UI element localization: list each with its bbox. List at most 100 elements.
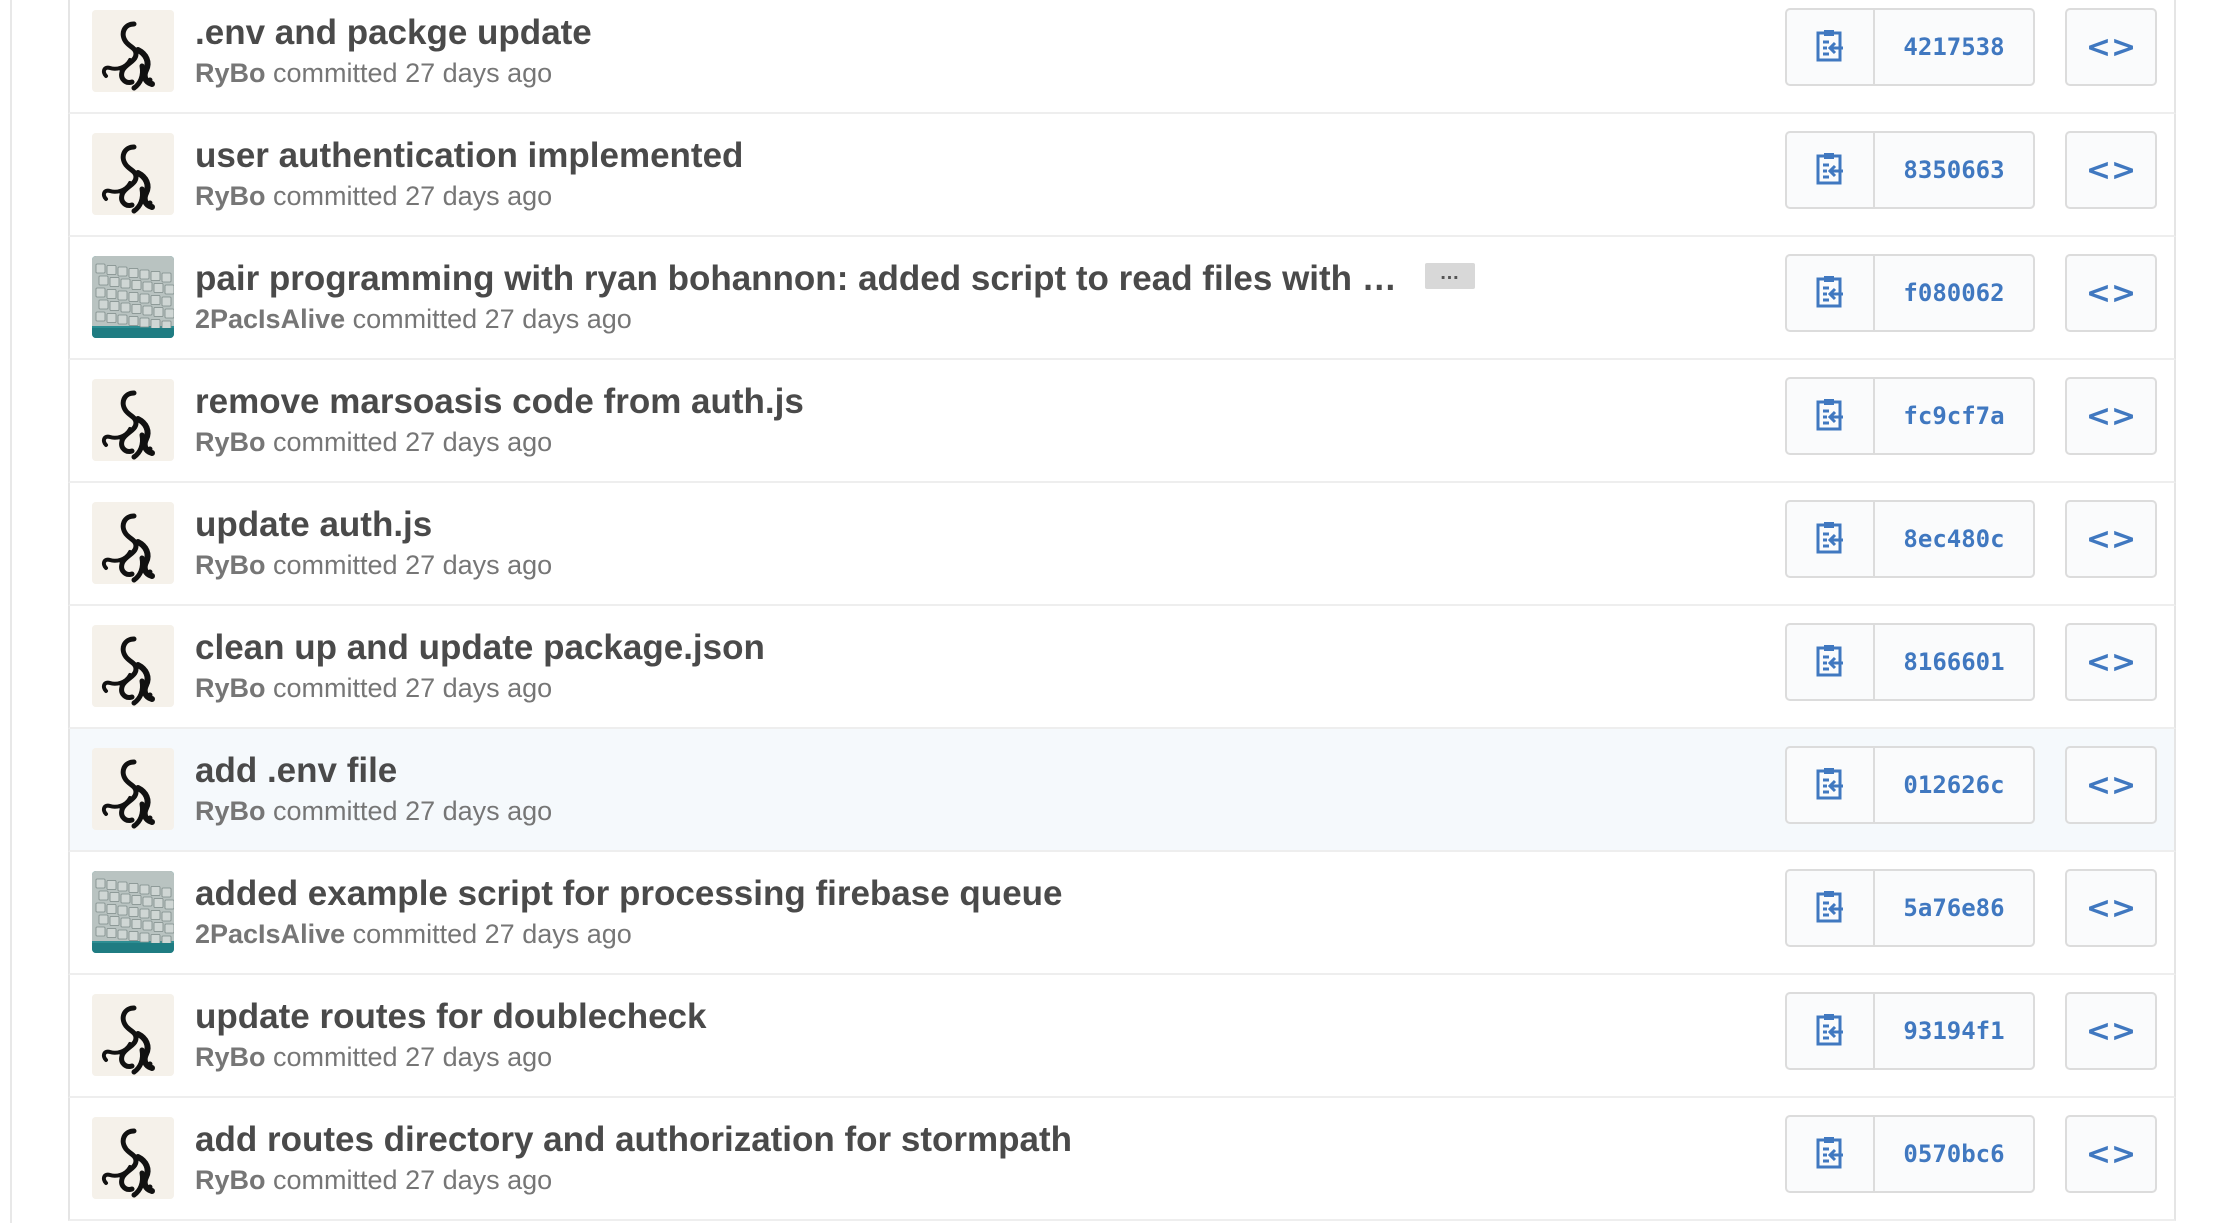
copy-sha-button[interactable] — [1787, 1117, 1875, 1191]
commit-message-link[interactable]: .env and packge update — [195, 13, 592, 52]
clippy-icon — [1815, 397, 1845, 436]
commit-message-link[interactable]: pair programming with ryan bohannon: add… — [195, 259, 1397, 298]
browse-code-button[interactable]: <> — [2065, 8, 2157, 86]
commit-sha-link[interactable]: 4217538 — [1875, 10, 2033, 84]
commit-sha-link[interactable]: f080062 — [1875, 256, 2033, 330]
commit-sha-link[interactable]: 0570bc6 — [1875, 1117, 2033, 1191]
commit-time: committed 27 days ago — [273, 796, 553, 826]
code-icon: <> — [2085, 398, 2137, 434]
avatar-rybo[interactable] — [92, 502, 174, 584]
commit-row: add routes directory and authorization f… — [68, 1098, 2176, 1221]
avatar-rybo[interactable] — [92, 133, 174, 215]
code-icon: <> — [2085, 521, 2137, 557]
copy-sha-button[interactable] — [1787, 748, 1875, 822]
copy-sha-button[interactable] — [1787, 625, 1875, 699]
browse-code-button[interactable]: <> — [2065, 131, 2157, 209]
avatar-rybo[interactable] — [92, 994, 174, 1076]
commit-author[interactable]: RyBo — [195, 796, 266, 826]
clippy-icon — [1815, 151, 1845, 190]
commit-sha-link[interactable]: 012626c — [1875, 748, 2033, 822]
commit-author[interactable]: RyBo — [195, 673, 266, 703]
browse-code-button[interactable]: <> — [2065, 500, 2157, 578]
avatar-2pacisalive[interactable] — [92, 871, 174, 953]
commit-title[interactable]: update routes for doublecheck — [195, 997, 706, 1037]
commit-meta: RyBo committed 27 days ago — [195, 181, 552, 212]
avatar-rybo[interactable] — [92, 1117, 174, 1199]
sha-button-group: 012626c — [1785, 746, 2035, 824]
commit-title[interactable]: added example script for processing fire… — [195, 874, 1063, 914]
commit-row: clean up and update package.json RyBo co… — [68, 606, 2176, 729]
commit-message-link[interactable]: remove marsoasis code from auth.js — [195, 382, 804, 421]
copy-sha-button[interactable] — [1787, 256, 1875, 330]
copy-sha-button[interactable] — [1787, 871, 1875, 945]
commit-sha-link[interactable]: 8ec480c — [1875, 502, 2033, 576]
commit-meta: RyBo committed 27 days ago — [195, 673, 552, 704]
commit-author[interactable]: 2PacIsAlive — [195, 304, 345, 334]
commit-row: added example script for processing fire… — [68, 852, 2176, 975]
commit-time: committed 27 days ago — [273, 673, 553, 703]
commit-time: committed 27 days ago — [273, 181, 553, 211]
commit-row: pair programming with ryan bohannon: add… — [68, 237, 2176, 360]
commit-title[interactable]: remove marsoasis code from auth.js — [195, 382, 804, 422]
sha-button-group: fc9cf7a — [1785, 377, 2035, 455]
commit-author[interactable]: RyBo — [195, 181, 266, 211]
clippy-icon — [1815, 766, 1845, 805]
commit-message-link[interactable]: clean up and update package.json — [195, 628, 765, 667]
commit-author[interactable]: RyBo — [195, 1165, 266, 1195]
copy-sha-button[interactable] — [1787, 994, 1875, 1068]
copy-sha-button[interactable] — [1787, 10, 1875, 84]
commit-title[interactable]: clean up and update package.json — [195, 628, 765, 668]
commit-row: .env and packge update RyBo committed 27… — [68, 0, 2176, 114]
sha-button-group: f080062 — [1785, 254, 2035, 332]
commit-sha-link[interactable]: 5a76e86 — [1875, 871, 2033, 945]
commit-sha-link[interactable]: 8166601 — [1875, 625, 2033, 699]
avatar-rybo[interactable] — [92, 10, 174, 92]
commit-meta: RyBo committed 27 days ago — [195, 58, 552, 89]
commit-sha-link[interactable]: 93194f1 — [1875, 994, 2033, 1068]
clippy-icon — [1815, 643, 1845, 682]
commit-time: committed 27 days ago — [273, 1042, 553, 1072]
commit-message-link[interactable]: add routes directory and authorization f… — [195, 1120, 1072, 1159]
browse-code-button[interactable]: <> — [2065, 992, 2157, 1070]
commit-author[interactable]: 2PacIsAlive — [195, 919, 345, 949]
commit-author[interactable]: RyBo — [195, 427, 266, 457]
browse-code-button[interactable]: <> — [2065, 254, 2157, 332]
expand-message-button[interactable]: … — [1424, 262, 1475, 289]
avatar-2pacisalive[interactable] — [92, 256, 174, 338]
commit-title[interactable]: update auth.js — [195, 505, 432, 545]
commit-message-link[interactable]: added example script for processing fire… — [195, 874, 1063, 913]
browse-code-button[interactable]: <> — [2065, 869, 2157, 947]
commit-meta: RyBo committed 27 days ago — [195, 1165, 552, 1196]
copy-sha-button[interactable] — [1787, 133, 1875, 207]
commit-message-link[interactable]: update auth.js — [195, 505, 432, 544]
commit-title[interactable]: pair programming with ryan bohannon: add… — [195, 259, 1475, 299]
avatar-rybo[interactable] — [92, 748, 174, 830]
commit-message-link[interactable]: update routes for doublecheck — [195, 997, 706, 1036]
commit-title[interactable]: add .env file — [195, 751, 397, 791]
commit-title[interactable]: .env and packge update — [195, 13, 592, 53]
commit-sha-link[interactable]: 8350663 — [1875, 133, 2033, 207]
browse-code-button[interactable]: <> — [2065, 1115, 2157, 1193]
sha-button-group: 5a76e86 — [1785, 869, 2035, 947]
browse-code-button[interactable]: <> — [2065, 746, 2157, 824]
commit-row: update routes for doublecheck RyBo commi… — [68, 975, 2176, 1098]
commit-title[interactable]: user authentication implemented — [195, 136, 743, 176]
code-icon: <> — [2085, 890, 2137, 926]
browse-code-button[interactable]: <> — [2065, 623, 2157, 701]
commit-sha-link[interactable]: fc9cf7a — [1875, 379, 2033, 453]
commit-meta: RyBo committed 27 days ago — [195, 550, 552, 581]
commit-author[interactable]: RyBo — [195, 1042, 266, 1072]
commit-author[interactable]: RyBo — [195, 58, 266, 88]
commit-message-link[interactable]: user authentication implemented — [195, 136, 743, 175]
clippy-icon — [1815, 520, 1845, 559]
sha-button-group: 4217538 — [1785, 8, 2035, 86]
copy-sha-button[interactable] — [1787, 379, 1875, 453]
commit-author[interactable]: RyBo — [195, 550, 266, 580]
avatar-rybo[interactable] — [92, 625, 174, 707]
commit-meta: RyBo committed 27 days ago — [195, 1042, 552, 1073]
copy-sha-button[interactable] — [1787, 502, 1875, 576]
commit-title[interactable]: add routes directory and authorization f… — [195, 1120, 1072, 1160]
browse-code-button[interactable]: <> — [2065, 377, 2157, 455]
commit-message-link[interactable]: add .env file — [195, 751, 397, 790]
avatar-rybo[interactable] — [92, 379, 174, 461]
